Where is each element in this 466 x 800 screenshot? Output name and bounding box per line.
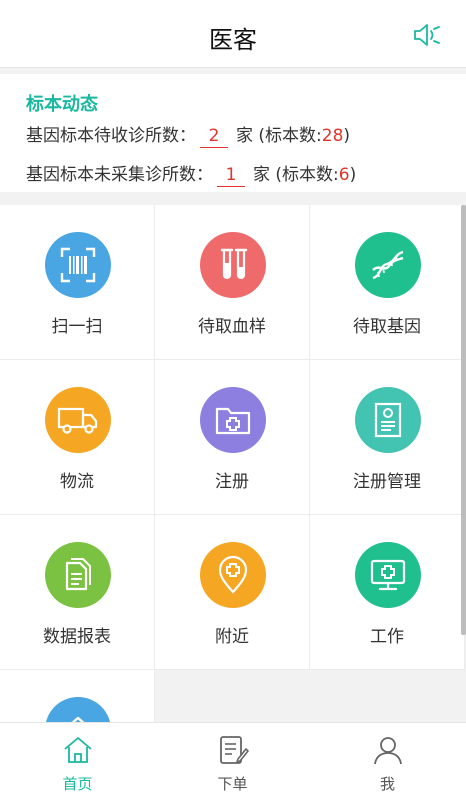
app-header: 医客 <box>0 0 466 68</box>
location-pin-icon <box>200 542 266 608</box>
grid-item-label: 物流 <box>60 472 94 492</box>
uncollected-count[interactable]: 1 <box>217 165 245 187</box>
uncollected-sample-suffix: ) <box>349 165 357 185</box>
grid-item-work[interactable]: 工作 <box>310 515 465 670</box>
uncollected-unit: 家 <box>253 165 270 185</box>
tab-label: 首页 <box>62 775 93 793</box>
uncollected-sample-count: 6 <box>338 165 350 185</box>
status-title: 标本动态 <box>26 94 98 115</box>
bottom-tab-bar: 首页 下单 我 <box>0 722 466 800</box>
grid-item-label: 扫一扫 <box>51 317 103 337</box>
medical-folder-icon <box>200 387 266 453</box>
grid-item-register[interactable]: 注册 <box>155 360 310 515</box>
grid-item-label: 注册 <box>215 472 249 492</box>
specimen-status-panel: 标本动态 基因标本待收诊所数： 2 家 (标本数:28) 基因标本未采集诊所数： 1 家… <box>0 74 466 192</box>
grid-item-nearby[interactable]: 附近 <box>155 515 310 670</box>
uncollected-label: 基因标本未采集诊所数： <box>26 165 213 185</box>
grid-item-logistics[interactable]: 物流 <box>0 360 155 515</box>
page-title: 医客 <box>209 26 257 54</box>
registration-document-icon <box>355 387 421 453</box>
grid-item-data-report[interactable]: 数据报表 <box>0 515 155 670</box>
uncollected-line: 基因标本未采集诊所数： 1 家 (标本数:6) <box>26 160 356 187</box>
tab-label: 我 <box>379 775 395 793</box>
grid-item-label: 附近 <box>215 627 249 647</box>
grid-item-label: 工作 <box>370 627 404 647</box>
pending-receive-sample-label: (标本数: <box>258 126 322 146</box>
test-tubes-icon <box>200 232 266 298</box>
grid-item-pending-gene[interactable]: 待取基因 <box>310 205 465 360</box>
pending-receive-unit: 家 <box>236 126 253 146</box>
pending-receive-label: 基因标本待收诊所数： <box>26 126 196 146</box>
pending-receive-count[interactable]: 2 <box>200 126 228 148</box>
pending-receive-sample-count: 28 <box>321 126 344 146</box>
home-icon <box>64 737 92 763</box>
grid-item-home-partial[interactable] <box>0 670 155 722</box>
user-icon <box>374 737 402 765</box>
barcode-scan-icon <box>45 232 111 298</box>
tab-home[interactable]: 首页 <box>0 723 155 800</box>
tab-me[interactable]: 我 <box>310 723 465 800</box>
truck-icon <box>45 387 111 453</box>
pending-receive-sample-suffix: ) <box>343 126 351 146</box>
grid-item-label: 数据报表 <box>43 627 111 647</box>
grid-item-label: 待取血样 <box>198 317 266 337</box>
tab-order[interactable]: 下单 <box>155 723 310 800</box>
grid-item-pending-blood[interactable]: 待取血样 <box>155 205 310 360</box>
grid-item-scan[interactable]: 扫一扫 <box>0 205 155 360</box>
uncollected-sample-label: (标本数: <box>275 165 339 185</box>
monitor-medical-icon <box>355 542 421 608</box>
pending-receive-line: 基因标本待收诊所数： 2 家 (标本数:28) <box>26 121 350 148</box>
home-icon <box>45 697 111 722</box>
grid-item-label: 待取基因 <box>353 317 421 337</box>
dna-icon <box>355 232 421 298</box>
report-documents-icon <box>45 542 111 608</box>
tab-label: 下单 <box>217 775 248 793</box>
grid-item-label: 注册管理 <box>353 472 421 492</box>
scrollbar[interactable] <box>461 205 466 635</box>
feature-grid: 扫一扫 待取血样 待取基因 物流 注册 注册管理 数据报表 附近 工作 <box>0 205 466 722</box>
grid-item-registration-management[interactable]: 注册管理 <box>310 360 465 515</box>
order-form-icon <box>220 736 249 764</box>
speaker-icon[interactable] <box>412 22 442 48</box>
